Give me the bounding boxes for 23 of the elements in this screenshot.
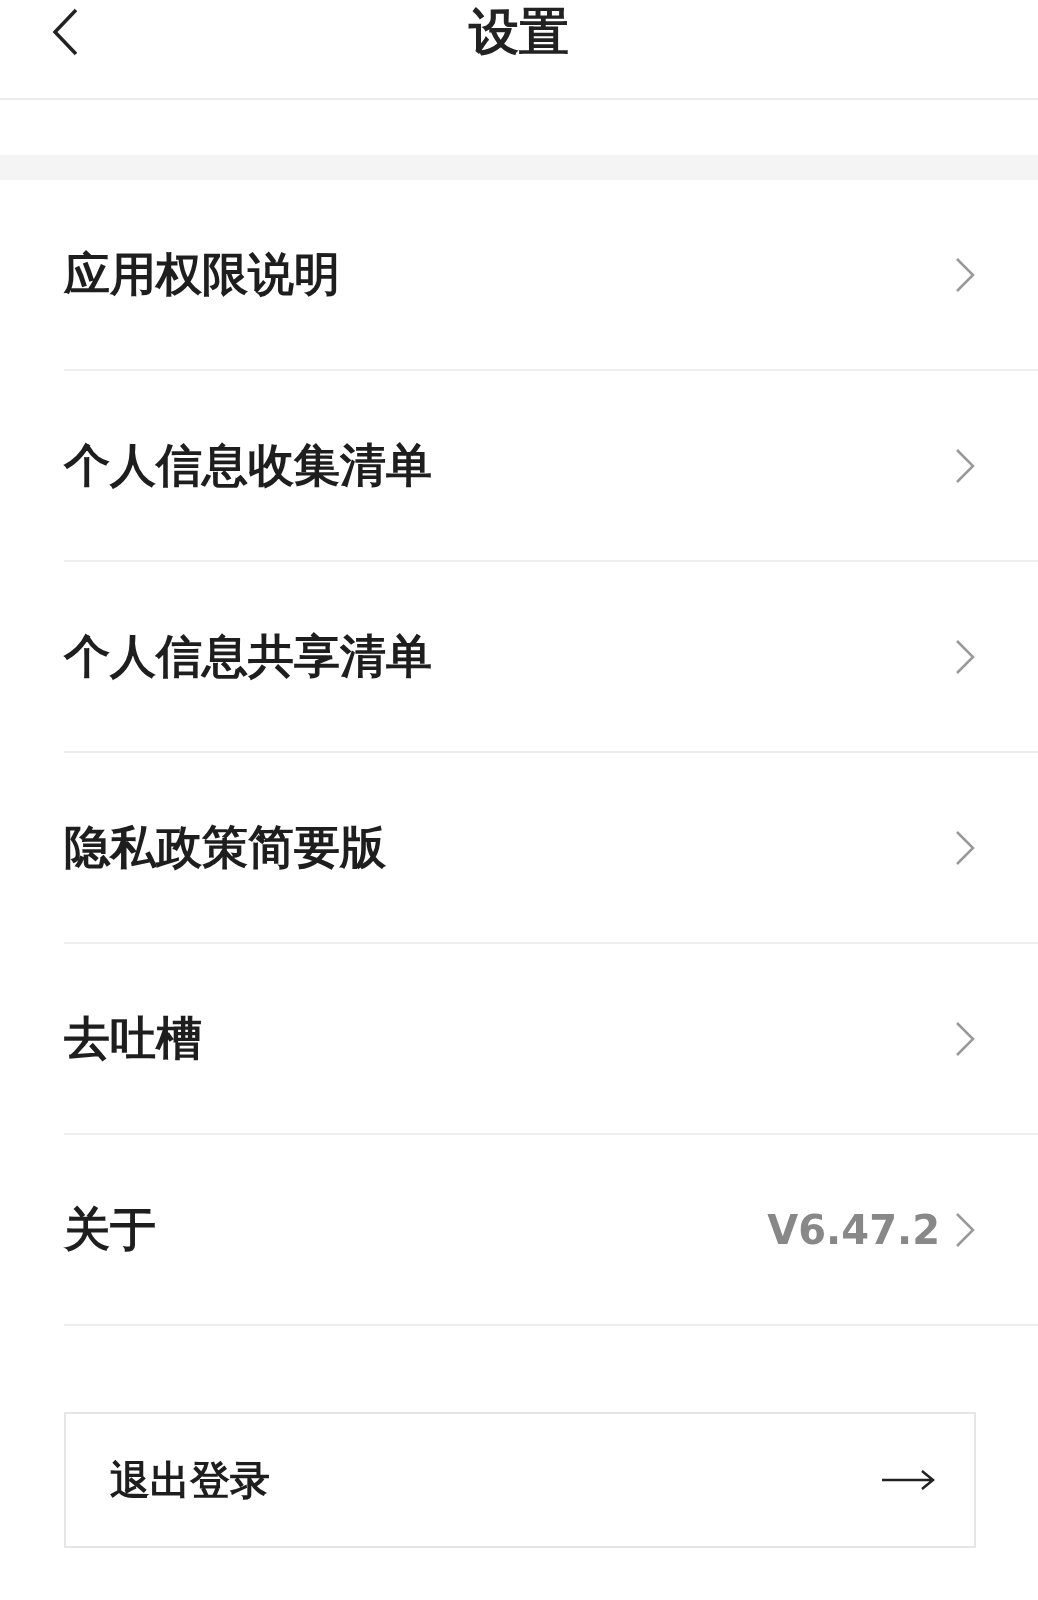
item-label: 个人信息共享清单 [64, 627, 433, 685]
chevron-right-icon [954, 1019, 976, 1058]
settings-item[interactable]: 个人信息共享清单 [64, 562, 1038, 753]
item-label: 个人信息收集清单 [64, 436, 433, 494]
page-title: 设置 [469, 1, 569, 63]
chevron-right-icon [954, 637, 976, 676]
item-label: 去吐槽 [64, 1009, 203, 1067]
chevron-right-icon [954, 1210, 976, 1249]
settings-item[interactable]: 隐私政策简要版 [64, 753, 1038, 944]
settings-item[interactable]: 关于 V6.47.2 [64, 1135, 1038, 1326]
item-label: 隐私政策简要版 [64, 818, 387, 876]
back-icon [51, 7, 79, 57]
settings-item[interactable]: 去吐槽 [64, 944, 1038, 1135]
settings-item[interactable]: 应用权限说明 [64, 180, 1038, 371]
arrow-right-icon [880, 1468, 936, 1492]
logout-button[interactable]: 退出登录 [64, 1412, 976, 1548]
item-label: 应用权限说明 [64, 245, 341, 303]
chevron-right-icon [954, 446, 976, 485]
chevron-right-icon [954, 828, 976, 867]
settings-item[interactable]: 个人信息收集清单 [64, 371, 1038, 562]
version-text: V6.47.2 [767, 1206, 940, 1253]
chevron-right-icon [954, 255, 976, 294]
item-label: 关于 [64, 1200, 157, 1258]
